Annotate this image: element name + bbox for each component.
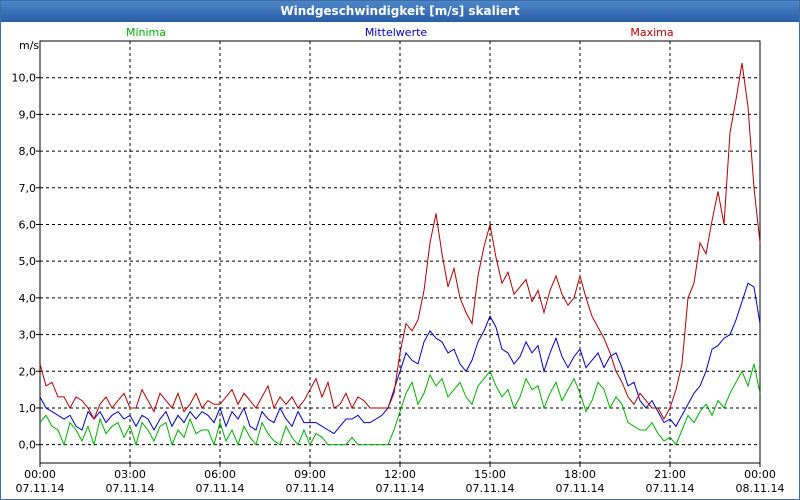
x-tick-time-label: 00:00: [24, 468, 56, 481]
legend-minima: Minima: [126, 26, 166, 39]
x-tick-date-label: 07.11.14: [556, 482, 605, 495]
x-tick-date-label: 07.11.14: [376, 482, 425, 495]
y-axis-label: m/s: [19, 39, 39, 52]
chart-window: Windgeschwindigkeit [m/s] skaliert 0,0 1,…: [0, 0, 800, 500]
y-tick-label: 8,0: [19, 145, 37, 158]
y-tick-label: 4,0: [19, 292, 37, 305]
x-tick-date-label: 07.11.14: [106, 482, 155, 495]
y-tick-label: 10,0: [12, 72, 37, 85]
x-tick-time-label: 15:00: [474, 468, 506, 481]
window-title: Windgeschwindigkeit [m/s] skaliert: [1, 1, 799, 22]
x-tick-time-label: 18:00: [564, 468, 596, 481]
wind-speed-chart: 0,01,02,03,04,05,06,07,08,09,010,000:000…: [12, 26, 785, 495]
x-tick-time-label: 21:00: [654, 468, 686, 481]
x-tick-time-label: 06:00: [204, 468, 236, 481]
y-tick-label: 2,0: [19, 365, 37, 378]
y-tick-label: 1,0: [19, 402, 37, 415]
y-tick-label: 0,0: [19, 439, 37, 452]
y-tick-label: 7,0: [19, 182, 37, 195]
y-tick-label: 3,0: [19, 329, 37, 342]
legend-maxima: Maxima: [630, 26, 673, 39]
x-tick-date-label: 07.11.14: [646, 482, 695, 495]
x-tick-time-label: 12:00: [384, 468, 416, 481]
x-tick-time-label: 00:00: [744, 468, 776, 481]
x-tick-date-label: 07.11.14: [286, 482, 335, 495]
x-tick-time-label: 03:00: [114, 468, 146, 481]
x-tick-time-label: 09:00: [294, 468, 326, 481]
y-tick-label: 5,0: [19, 255, 37, 268]
x-tick-date-label: 07.11.14: [16, 482, 65, 495]
x-tick-date-label: 07.11.14: [466, 482, 515, 495]
y-tick-label: 9,0: [19, 108, 37, 121]
y-tick-label: 6,0: [19, 218, 37, 231]
legend-mittelwerte: Mittelwerte: [365, 26, 428, 39]
x-tick-date-label: 07.11.14: [196, 482, 245, 495]
x-tick-date-label: 08.11.14: [736, 482, 785, 495]
